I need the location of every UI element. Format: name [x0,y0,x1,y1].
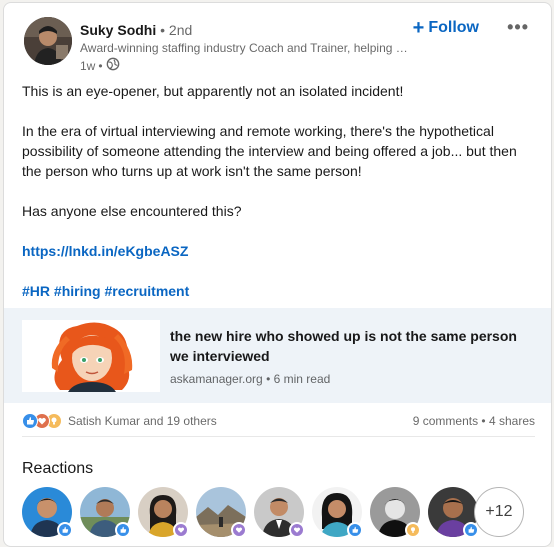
post-age: 1w [80,59,96,73]
separator-dot: • [266,372,271,386]
reaction-icons[interactable] [22,413,66,429]
article-meta: askamanager.org • 6 min read [170,371,330,387]
reactors-summary[interactable]: Satish Kumar and 19 others [68,414,217,428]
more-options-icon[interactable]: ••• [507,17,529,38]
social-counts: Satish Kumar and 19 others 9 comments • … [22,411,535,431]
author-avatar[interactable] [24,17,72,65]
hashtag-hiring[interactable]: #hiring [54,283,101,299]
shares-count[interactable]: 4 shares [489,414,535,428]
article-thumbnail[interactable] [22,320,160,392]
article-title[interactable]: the new hire who showed up is not the sa… [170,326,532,366]
reactor-avatar[interactable] [428,487,479,538]
article-source: askamanager.org [170,372,263,386]
reactor-avatar[interactable] [312,487,363,538]
insightful-icon [405,522,421,538]
reactor-avatar[interactable] [196,487,247,538]
like-icon [347,522,363,538]
divider [22,436,535,437]
comments-shares: 9 comments • 4 shares [413,414,535,428]
support-icon [231,522,247,538]
post-body: This is an eye-opener, but apparently no… [22,81,537,301]
article-preview[interactable]: the new hire who showed up is not the sa… [4,308,551,403]
reactor-avatar[interactable] [138,487,189,538]
post-paragraph: This is an eye-opener, but apparently no… [22,83,404,99]
like-icon [57,522,73,538]
connection-degree: • 2nd [160,22,193,38]
post-paragraph: Has anyone else encountered this? [22,203,242,219]
post-time: 1w • [80,57,410,75]
plus-icon: + [412,17,425,39]
support-icon [173,522,189,538]
article-read-time: 6 min read [273,372,331,386]
hashtag-recruitment[interactable]: #recruitment [104,283,189,299]
reactor-avatar[interactable] [370,487,421,538]
comments-count[interactable]: 9 comments [413,414,478,428]
post-header: Suky Sodhi • 2nd Award-winning staffing … [24,17,535,73]
author-info[interactable]: Suky Sodhi • 2nd Award-winning staffing … [80,21,410,75]
reactor-avatar[interactable] [254,487,305,538]
hashtag-hr[interactable]: #HR [22,283,50,299]
support-icon [289,522,305,538]
author-headline: Award-winning staffing industry Coach an… [80,41,410,55]
follow-button[interactable]: + Follow [412,17,479,39]
post-card: Suky Sodhi • 2nd Award-winning staffing … [3,2,552,547]
reactions-heading: Reactions [22,460,94,477]
author-name[interactable]: Suky Sodhi [80,22,156,38]
more-reactors-button[interactable]: +12 [474,487,524,537]
follow-label: Follow [428,19,479,36]
separator-dot: • [98,59,103,73]
separator-dot: • [481,414,486,428]
reactor-avatar[interactable] [22,487,73,538]
globe-icon [106,57,120,75]
reactor-avatar[interactable] [80,487,131,538]
post-link[interactable]: https://lnkd.in/eKgbeASZ [22,243,188,259]
like-icon [22,413,38,429]
hashtags: #HR #hiring #recruitment [22,281,537,301]
like-icon [115,522,131,538]
post-paragraph: In the era of virtual interviewing and r… [22,123,517,179]
